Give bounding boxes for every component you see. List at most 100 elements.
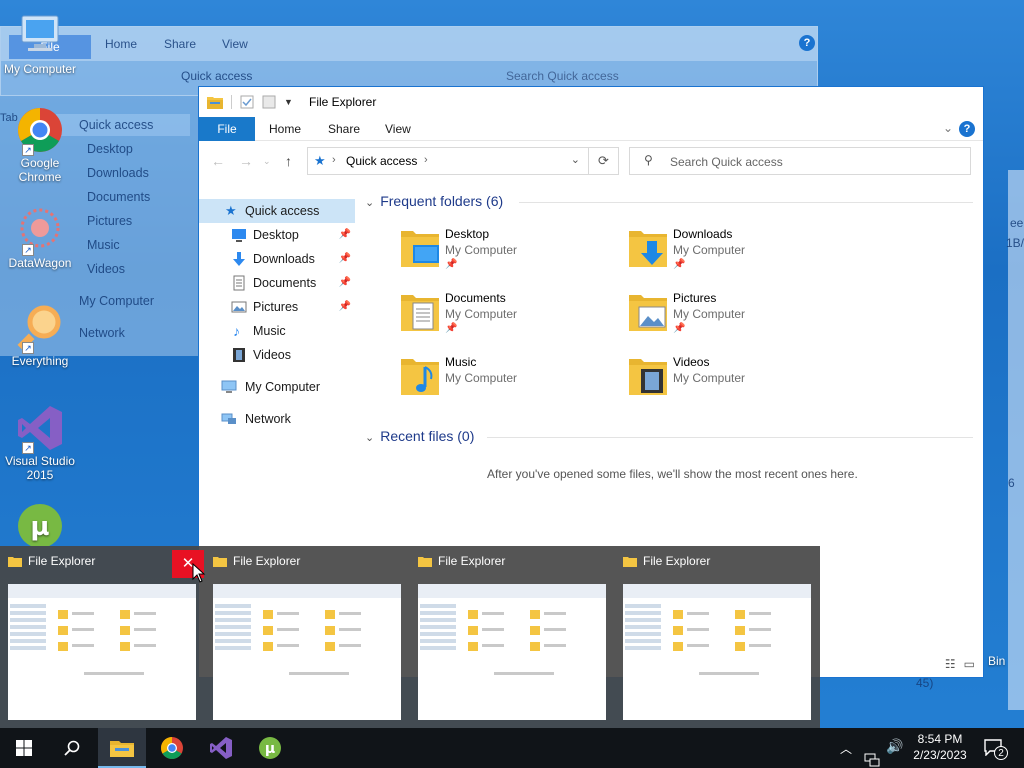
background-search-placeholder: Search Quick access: [506, 69, 619, 83]
details-view-icon[interactable]: ☷: [945, 657, 956, 671]
recent-files-header[interactable]: ⌄ Recent files (0): [365, 428, 474, 444]
sidebar-item-downloads[interactable]: Downloads 📌: [199, 247, 355, 271]
breadcrumb-chevron-icon[interactable]: ›: [332, 154, 336, 166]
chrome-icon: [161, 737, 183, 759]
background-sidebar-item[interactable]: Documents: [87, 190, 150, 204]
sidebar-item-music[interactable]: ♪ Music: [199, 319, 355, 343]
mouse-cursor-icon: [192, 563, 206, 583]
window-thumbnail[interactable]: File Explorer: [615, 546, 819, 728]
sidebar-item-my-computer[interactable]: My Computer: [199, 375, 355, 399]
recent-locations-chevron-icon[interactable]: ⌄: [263, 156, 271, 167]
background-sidebar-item[interactable]: Network: [79, 326, 125, 340]
folder-tile-downloads[interactable]: Downloads My Computer 📌: [627, 227, 847, 285]
thumbnail-title: File Explorer: [438, 554, 506, 568]
search-box[interactable]: ⚲ Search Quick access: [629, 147, 971, 175]
sidebar-item-videos[interactable]: Videos: [199, 343, 355, 367]
thumbnail-preview[interactable]: [418, 584, 606, 720]
forward-arrow-icon[interactable]: →: [239, 153, 253, 169]
start-button[interactable]: [0, 728, 48, 768]
back-arrow-icon[interactable]: ←: [211, 153, 225, 169]
frequent-folders-header[interactable]: ⌄ Frequent folders (6): [365, 193, 503, 209]
svg-text:µ: µ: [265, 741, 275, 757]
taskbar-file-explorer[interactable]: [98, 728, 146, 768]
background-share-tab[interactable]: Share: [164, 37, 196, 51]
properties-icon[interactable]: [240, 95, 254, 109]
large-icons-view-icon[interactable]: ▭: [964, 657, 975, 671]
background-home-tab[interactable]: Home: [105, 37, 137, 51]
help-icon[interactable]: ?: [959, 121, 975, 137]
desktop-icon-datawagon[interactable]: ↗ DataWagon: [0, 206, 80, 270]
collapse-chevron-icon[interactable]: ⌄: [365, 432, 374, 444]
address-bar[interactable]: ★ › Quick access › ⌄ ⟳: [307, 147, 619, 175]
background-view-tab[interactable]: View: [222, 37, 248, 51]
collapse-chevron-icon[interactable]: ⌄: [365, 197, 374, 209]
title-bar[interactable]: ▼ File Explorer: [199, 87, 983, 117]
action-center-button[interactable]: 2: [980, 736, 1008, 760]
pin-icon[interactable]: 📌: [339, 223, 351, 247]
desktop-icon-everything[interactable]: ↗ Everything: [0, 304, 80, 368]
tab-view[interactable]: View: [377, 117, 419, 141]
taskbar-visual-studio[interactable]: [197, 728, 245, 768]
breadcrumb-chevron-icon[interactable]: ›: [424, 154, 428, 166]
folder-name: Desktop: [445, 227, 490, 241]
search-button[interactable]: [48, 728, 96, 768]
sidebar-item-label: Quick access: [245, 204, 320, 218]
show-hidden-icons-chevron-icon[interactable]: ︿: [840, 740, 852, 768]
background-sidebar-item[interactable]: Quick access: [79, 118, 153, 132]
background-sidebar-item[interactable]: Pictures: [87, 214, 132, 228]
sidebar-item-quick-access[interactable]: ★ Quick access: [199, 199, 355, 223]
computer-icon: [221, 380, 237, 393]
pin-icon[interactable]: 📌: [339, 295, 351, 319]
sidebar-item-network[interactable]: Network: [199, 407, 355, 431]
background-sidebar-item[interactable]: Music: [87, 238, 120, 252]
taskbar-chrome[interactable]: [148, 728, 196, 768]
tab-file[interactable]: File: [199, 117, 255, 141]
datawagon-icon: ↗: [16, 206, 64, 256]
customize-toolbar-chevron-icon[interactable]: ▼: [284, 97, 293, 107]
folder-tile-desktop[interactable]: Desktop My Computer 📌: [399, 227, 619, 285]
background-sidebar-item[interactable]: Desktop: [87, 142, 133, 156]
svg-text:µ: µ: [30, 512, 49, 542]
up-arrow-icon[interactable]: ↑: [285, 153, 292, 169]
system-clock[interactable]: 8:54 PM 2/23/2023: [908, 731, 972, 763]
sidebar-item-pictures[interactable]: Pictures 📌: [199, 295, 355, 319]
pin-icon[interactable]: 📌: [339, 247, 351, 271]
window-thumbnail[interactable]: File Explorer: [205, 546, 409, 728]
sidebar-item-documents[interactable]: Documents 📌: [199, 271, 355, 295]
background-sidebar-item[interactable]: My Computer: [79, 294, 154, 308]
expand-ribbon-chevron-icon[interactable]: ⌄: [943, 121, 953, 135]
folder-tile-documents[interactable]: Documents My Computer 📌: [399, 291, 619, 349]
folder-tile-videos[interactable]: Videos My Computer: [627, 355, 847, 413]
refresh-icon[interactable]: ⟳: [588, 148, 618, 174]
address-location[interactable]: Quick access: [346, 154, 417, 168]
sidebar-item-desktop[interactable]: Desktop 📌: [199, 223, 355, 247]
window-thumbnail[interactable]: File Explorer: [410, 546, 614, 728]
window-thumbnail[interactable]: File Explorer ✕: [0, 546, 204, 728]
background-help-icon[interactable]: ?: [799, 35, 815, 51]
background-sidebar-item[interactable]: Videos: [87, 262, 125, 276]
view-toggle: ☷ ▭: [945, 657, 975, 671]
volume-icon[interactable]: 🔊: [886, 738, 903, 768]
desktop-icon-utorrent[interactable]: µ: [0, 502, 80, 552]
network-icon[interactable]: [864, 740, 880, 768]
thumbnail-preview[interactable]: [623, 584, 811, 720]
shortcut-arrow-icon: ↗: [22, 342, 34, 354]
background-sidebar-item[interactable]: Downloads: [87, 166, 149, 180]
start-icon: [16, 740, 32, 756]
shortcut-arrow-icon: ↗: [22, 244, 34, 256]
desktop-folder-icon: [401, 231, 439, 267]
folder-location: My Computer: [673, 243, 746, 257]
folder-tile-music[interactable]: Music My Computer: [399, 355, 619, 413]
tab-share[interactable]: Share: [320, 117, 368, 141]
new-folder-icon[interactable]: [262, 95, 276, 109]
address-dropdown-icon[interactable]: ⌄: [571, 153, 580, 166]
taskbar-utorrent[interactable]: µ: [246, 728, 294, 768]
thumbnail-preview[interactable]: [213, 584, 401, 720]
desktop-icon-google-chrome[interactable]: ↗ Google Chrome: [0, 106, 80, 184]
desktop-icon-visual-studio[interactable]: ↗ Visual Studio 2015: [0, 404, 80, 482]
thumbnail-preview[interactable]: [8, 584, 196, 720]
folder-tile-pictures[interactable]: Pictures My Computer 📌: [627, 291, 847, 349]
pin-icon[interactable]: 📌: [339, 271, 351, 295]
desktop-icon-my-computer[interactable]: My Computer: [0, 12, 80, 76]
tab-home[interactable]: Home: [261, 117, 309, 141]
